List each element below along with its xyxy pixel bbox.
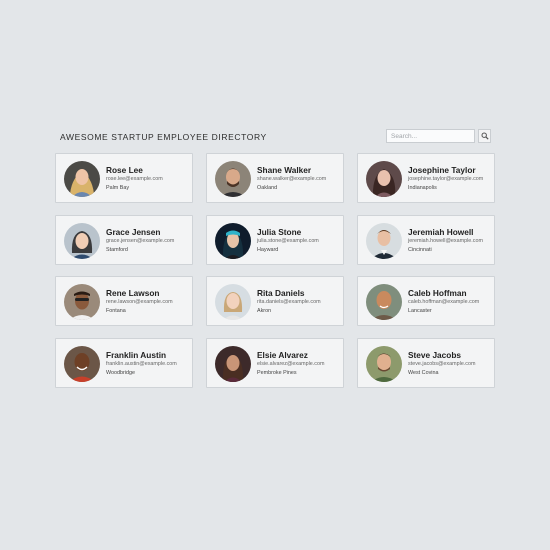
employee-email: rose.lee@example.com <box>106 176 163 182</box>
avatar <box>64 161 100 197</box>
avatar <box>366 222 402 259</box>
employee-city: Lancaster <box>408 308 432 314</box>
employee-email: josephine.taylor@example.com <box>408 176 484 182</box>
avatar <box>64 222 100 259</box>
employee-email: shane.walker@example.com <box>257 176 327 182</box>
employee-card[interactable]: Rose Lee rose.lee@example.com Palm Bay <box>55 153 193 203</box>
employee-city: Akron <box>257 308 272 314</box>
employee-card[interactable]: Rene Lawson rene.lawson@example.com Font… <box>55 276 193 326</box>
employee-card[interactable]: Rita Daniels rita.daniels@example.com Ak… <box>206 276 344 326</box>
employee-name: Josephine Taylor <box>408 165 476 175</box>
search-input[interactable] <box>386 129 475 143</box>
employee-email: rene.lawson@example.com <box>106 299 173 305</box>
avatar <box>366 161 402 197</box>
employee-card[interactable]: Caleb Hoffman caleb.hoffman@example.com … <box>357 276 495 326</box>
employee-email: rita.daniels@example.com <box>257 299 321 305</box>
directory-header: AWESOME STARTUP EMPLOYEE DIRECTORY <box>58 129 492 145</box>
employee-name: Franklin Austin <box>106 349 167 360</box>
employee-card[interactable]: Elsie Alvarez elsie.alvarez@example.com … <box>206 337 344 388</box>
avatar <box>215 161 251 197</box>
employee-name: Steve Jacobs <box>408 349 462 360</box>
employee-email: steve.jacobs@example.com <box>408 360 476 367</box>
directory-page: AWESOME STARTUP EMPLOYEE DIRECTORY Rose … <box>0 0 550 550</box>
employee-email: jeremiah.howell@example.com <box>408 237 483 244</box>
employee-card[interactable]: Julia Stone julia.stone@example.com Hayw… <box>206 214 344 265</box>
employee-email: grace.jensen@example.com <box>106 237 175 244</box>
employee-grid: Rose Lee rose.lee@example.com Palm Bay S… <box>55 153 495 388</box>
employee-name: Caleb Hoffman <box>408 288 467 298</box>
avatar <box>64 345 100 382</box>
employee-email: julia.stone@example.com <box>257 237 319 244</box>
employee-card[interactable]: Shane Walker shane.walker@example.com Oa… <box>206 153 344 203</box>
search-button[interactable] <box>478 129 491 143</box>
employee-name: Jeremiah Howell <box>408 226 474 237</box>
avatar <box>215 345 251 382</box>
employee-card[interactable]: Josephine Taylor josephine.taylor@exampl… <box>357 153 495 203</box>
employee-email: franklin.austin@example.com <box>106 360 177 367</box>
employee-name: Julia Stone <box>257 226 302 237</box>
avatar <box>215 222 251 259</box>
avatar <box>366 284 402 320</box>
page-title: AWESOME STARTUP EMPLOYEE DIRECTORY <box>60 132 267 142</box>
employee-name: Shane Walker <box>257 165 312 175</box>
avatar <box>366 345 402 382</box>
avatar <box>64 284 100 320</box>
employee-email: caleb.hoffman@example.com <box>408 299 480 305</box>
employee-name: Rene Lawson <box>106 288 160 298</box>
magnifier-icon <box>481 132 489 140</box>
employee-city: Palm Bay <box>106 185 130 191</box>
employee-card[interactable]: Grace Jensen grace.jensen@example.com St… <box>55 214 193 265</box>
employee-city: Fontana <box>106 308 126 314</box>
employee-name: Grace Jensen <box>106 226 161 237</box>
employee-name: Rita Daniels <box>257 288 305 298</box>
employee-city: Hayward <box>257 246 279 253</box>
employee-city: Oakland <box>257 185 278 191</box>
employee-city: West Covina <box>408 369 439 376</box>
employee-email: elsie.alvarez@example.com <box>257 360 325 367</box>
employee-city: Stamford <box>106 246 128 253</box>
employee-city: Pembroke Pines <box>257 369 297 376</box>
employee-card[interactable]: Franklin Austin franklin.austin@example.… <box>55 337 193 388</box>
employee-name: Elsie Alvarez <box>257 349 308 360</box>
employee-city: Cincinnati <box>408 246 432 253</box>
employee-card[interactable]: Steve Jacobs steve.jacobs@example.com We… <box>357 337 495 388</box>
avatar <box>215 284 251 320</box>
employee-card[interactable]: Jeremiah Howell jeremiah.howell@example.… <box>357 214 495 265</box>
employee-city: Indianapolis <box>408 185 437 191</box>
employee-city: Woodbridge <box>106 369 135 376</box>
employee-name: Rose Lee <box>106 165 143 175</box>
